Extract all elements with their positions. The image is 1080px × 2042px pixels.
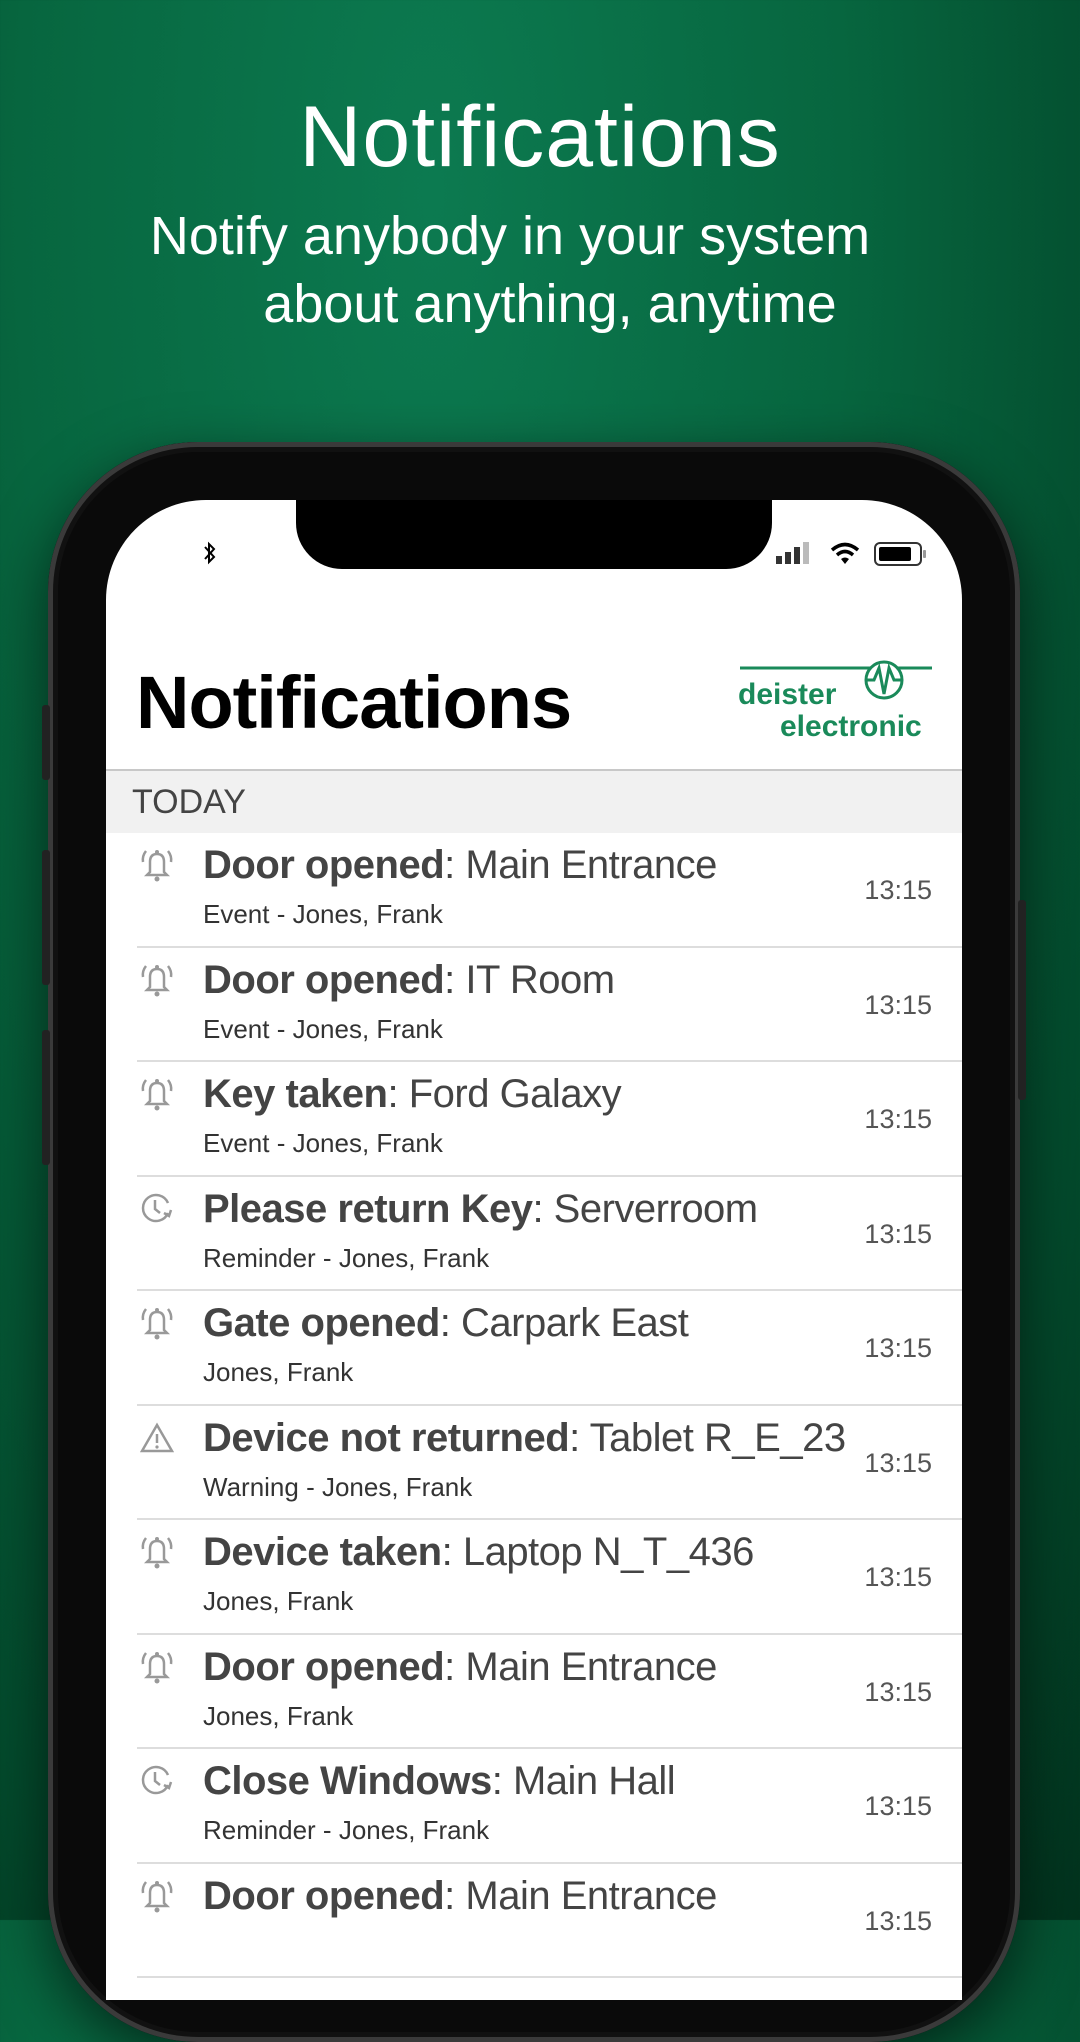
notification-time: 13:15 [864, 1676, 932, 1707]
notification-subtitle: Warning - Jones, Frank [203, 1471, 473, 1502]
clock-icon [140, 1763, 174, 1799]
notification-type: Device taken [203, 1530, 442, 1574]
notification-type: Gate opened [203, 1301, 440, 1345]
phone-screen: Notifications deister electronic TODAY D… [106, 500, 962, 2000]
page-title: Notifications [136, 661, 572, 744]
notification-subtitle: Reminder - Jones, Frank [203, 1815, 490, 1845]
notification-target: : Tablet R_E_23 [569, 1415, 846, 1460]
notification-target: : Main Entrance [444, 843, 717, 887]
notification-time: 13:15 [864, 1562, 932, 1592]
notification-type: Door opened [203, 1873, 445, 1918]
signal-icon [776, 542, 812, 571]
notification-item[interactable]: Device not returned: Tablet R_E_23 Warni… [106, 1406, 962, 1520]
notification-subtitle: Event - Jones, Frank [203, 899, 443, 929]
notification-subtitle: Reminder - Jones, Frank [203, 1242, 490, 1273]
notification-target: : IT Room [444, 957, 615, 1002]
notification-type: Door opened [203, 1644, 445, 1689]
bell-icon [140, 1534, 174, 1570]
phone-volume-up [42, 850, 50, 985]
bluetooth-icon [202, 540, 218, 573]
notification-title: Door opened: IT Room [203, 958, 615, 1003]
bell-icon [140, 847, 174, 883]
notification-type: Please return Key [203, 1186, 533, 1231]
notification-item[interactable]: Door opened: Main Entrance 13:15 [106, 1864, 962, 1978]
battery-icon [874, 542, 928, 573]
notification-subtitle: Jones, Frank [203, 1700, 354, 1731]
hero-title: Notifications [299, 89, 781, 185]
notification-item[interactable]: Door opened: IT Room Event - Jones, Fran… [106, 948, 962, 1062]
wifi-icon [830, 542, 860, 571]
phone-volume-down [42, 1030, 50, 1165]
notification-title: Please return Key: Serverroom [203, 1187, 758, 1232]
notification-time: 13:15 [864, 1905, 932, 1936]
section-label: TODAY [132, 783, 246, 821]
phone-mute-switch [42, 705, 50, 780]
notification-title: Close Windows: Main Hall [203, 1759, 676, 1804]
notification-title: Device not returned: Tablet R_E_23 [203, 1416, 846, 1461]
notification-title: Key taken: Ford Galaxy [203, 1072, 622, 1117]
notification-target: : Main Entrance [444, 1644, 717, 1689]
bell-icon [140, 962, 174, 998]
hero-subtitle-line1: Notify anybody in your system [149, 206, 871, 266]
notification-target: : Main Entrance [444, 1873, 717, 1918]
notification-target: : Main Hall [491, 1759, 676, 1803]
notification-time: 13:15 [864, 989, 932, 1020]
deister-electronic-logo: deister electronic [734, 660, 934, 743]
notch [296, 500, 772, 569]
hero-subtitle-line2: about anything, anytime [263, 274, 837, 334]
notification-target: : Carpark East [439, 1301, 689, 1345]
row-divider [137, 1976, 962, 1978]
notification-type: Door opened [203, 957, 445, 1002]
notification-type: Door opened [203, 843, 445, 887]
notification-time: 13:15 [864, 1791, 932, 1821]
svg-text:deister: deister [738, 678, 837, 711]
notification-title: Door opened: Main Entrance [203, 1645, 717, 1690]
notification-time: 13:15 [864, 1333, 932, 1363]
notification-time: 13:15 [864, 1218, 932, 1249]
notification-title: Door opened: Main Entrance [203, 843, 717, 888]
notification-time: 13:15 [864, 1104, 932, 1134]
phone-side-button [1018, 900, 1026, 1100]
notification-item[interactable]: Gate opened: Carpark East Jones, Frank 1… [106, 1291, 962, 1406]
notification-time: 13:15 [864, 1447, 932, 1478]
clock-icon [140, 1191, 174, 1227]
notification-subtitle: Event - Jones, Frank [203, 1013, 443, 1044]
notification-type: Device not returned [203, 1415, 570, 1460]
notification-subtitle: Jones, Frank [203, 1586, 354, 1616]
notification-item[interactable]: Door opened: Main Entrance Jones, Frank … [106, 1635, 962, 1749]
notification-item[interactable]: Device taken: Laptop N_T_436 Jones, Fran… [106, 1520, 962, 1635]
notification-item[interactable]: Close Windows: Main Hall Reminder - Jone… [106, 1749, 962, 1864]
section-header-today: TODAY [106, 769, 962, 833]
notification-title: Gate opened: Carpark East [203, 1301, 689, 1346]
bell-icon [140, 1076, 174, 1112]
notification-target: : Ford Galaxy [387, 1072, 622, 1116]
notification-time: 13:15 [864, 875, 932, 905]
bell-icon [140, 1878, 174, 1914]
notification-type: Key taken [203, 1072, 388, 1116]
svg-text:electronic: electronic [780, 710, 922, 740]
notification-subtitle: Event - Jones, Frank [203, 1128, 443, 1158]
notification-subtitle: Jones, Frank [203, 1357, 354, 1387]
notification-title: Door opened: Main Entrance [203, 1874, 717, 1919]
bell-icon [140, 1649, 174, 1685]
notification-title: Device taken: Laptop N_T_436 [203, 1530, 754, 1575]
notification-target: : Serverroom [532, 1186, 758, 1231]
notification-item[interactable]: Door opened: Main Entrance Event - Jones… [106, 833, 962, 948]
warning-icon [139, 1420, 175, 1456]
notification-target: : Laptop N_T_436 [441, 1530, 755, 1574]
notification-type: Close Windows [203, 1759, 492, 1803]
notification-item[interactable]: Key taken: Ford Galaxy Event - Jones, Fr… [106, 1062, 962, 1177]
notification-item[interactable]: Please return Key: Serverroom Reminder -… [106, 1177, 962, 1291]
bell-icon [140, 1305, 174, 1341]
